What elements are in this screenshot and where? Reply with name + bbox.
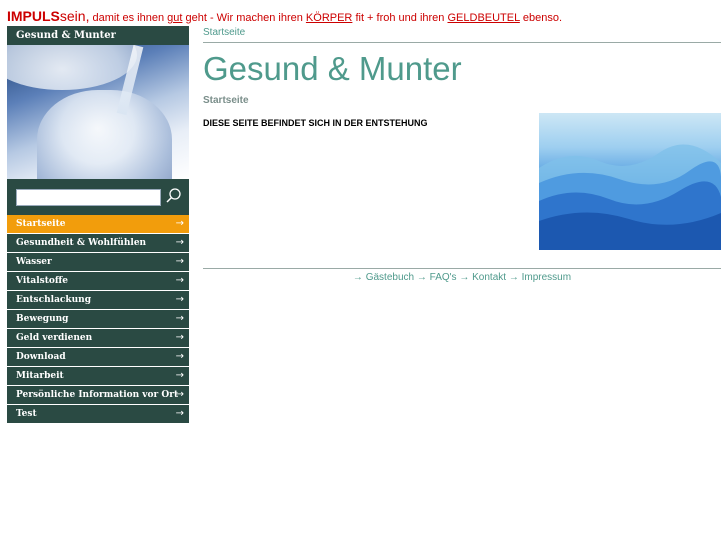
- top-tagline: IMPULSsein, damit es ihnen gut geht - Wi…: [7, 8, 562, 26]
- nav-label: Persönliche Information vor Ort: [16, 390, 179, 400]
- nav-item-persoenliche-information[interactable]: Persönliche Information vor Ort →: [7, 386, 189, 404]
- nav-label: Test: [16, 409, 37, 419]
- arrow-right-icon: →: [175, 237, 184, 248]
- brand-name: IMPULS: [7, 8, 60, 24]
- page-title: Gesund & Munter: [203, 50, 462, 87]
- arrow-right-icon: →: [175, 389, 184, 400]
- footer-link-faqs[interactable]: FAQ's: [430, 272, 457, 283]
- arrow-right-icon: →: [175, 408, 184, 419]
- search-area: [7, 179, 189, 215]
- tagline-text-4: ebenso.: [519, 12, 563, 24]
- footer-divider: [203, 268, 721, 269]
- sub-breadcrumb: Startseite: [203, 95, 249, 106]
- nav-label: Geld verdienen: [16, 333, 93, 343]
- sidebar: Gesund & Munter Startseite → Gesundheit &…: [7, 26, 189, 424]
- arrow-right-icon: →: [175, 256, 184, 267]
- arrow-right-icon: →: [175, 351, 184, 362]
- nav-item-vitalstoffe[interactable]: Vitalstoffe →: [7, 272, 189, 290]
- tagline-text-1: damit es ihnen: [89, 12, 168, 24]
- bowl-shape: [7, 45, 137, 90]
- gut-link[interactable]: gut: [167, 12, 182, 24]
- nav-label: Entschlackung: [16, 295, 91, 305]
- glass-shape: [37, 90, 172, 179]
- nav-item-wasser[interactable]: Wasser →: [7, 253, 189, 271]
- footer-nav: → Gästebuch → FAQ's → Kontakt → Impressu…: [203, 272, 721, 283]
- construction-notice: DIESE SEITE BEFINDET SICH IN DER ENTSTEH…: [203, 118, 428, 128]
- brand-suffix: sein,: [59, 8, 90, 24]
- arrow-right-icon: →: [175, 370, 184, 381]
- nav-item-test[interactable]: Test →: [7, 405, 189, 423]
- arrow-right-icon: →: [175, 294, 184, 305]
- tagline-text-3: fit + froh und ihren: [352, 12, 448, 24]
- arrow-right-icon: →: [416, 272, 427, 283]
- nav-label: Mitarbeit: [16, 371, 64, 381]
- nav-item-entschlackung[interactable]: Entschlackung →: [7, 291, 189, 309]
- breadcrumb[interactable]: Startseite: [203, 26, 721, 42]
- arrow-right-icon: →: [508, 272, 519, 283]
- nav-label: Bewegung: [16, 314, 69, 324]
- site-name: Gesund & Munter: [7, 26, 189, 45]
- nav-item-download[interactable]: Download →: [7, 348, 189, 366]
- arrow-right-icon: →: [175, 275, 184, 286]
- arrow-right-icon: →: [352, 272, 363, 283]
- search-icon[interactable]: [165, 187, 183, 205]
- footer-link-kontakt[interactable]: Kontakt: [472, 272, 506, 283]
- arrow-right-icon: →: [175, 332, 184, 343]
- mountains-photo: [539, 113, 721, 250]
- koerper-link[interactable]: KÖRPER: [306, 12, 352, 24]
- nav-label: Gesundheit & Wohlfühlen: [16, 238, 147, 248]
- footer-link-gaestebuch[interactable]: Gästebuch: [366, 272, 414, 283]
- nav-item-bewegung[interactable]: Bewegung →: [7, 310, 189, 328]
- geldbeutel-link[interactable]: GELDBEUTEL: [447, 12, 519, 24]
- search-input[interactable]: [16, 189, 161, 206]
- nav-item-gesundheit[interactable]: Gesundheit & Wohlfühlen →: [7, 234, 189, 252]
- arrow-right-icon: →: [175, 218, 184, 229]
- main-nav: Startseite → Gesundheit & Wohlfühlen → Was…: [7, 215, 189, 423]
- nav-label: Startseite: [16, 219, 66, 229]
- arrow-right-icon: →: [459, 272, 470, 283]
- arrow-right-icon: →: [175, 313, 184, 324]
- water-glass-photo: [7, 45, 189, 179]
- nav-item-mitarbeit[interactable]: Mitarbeit →: [7, 367, 189, 385]
- nav-label: Vitalstoffe: [16, 276, 68, 286]
- nav-label: Wasser: [16, 257, 52, 267]
- nav-item-startseite[interactable]: Startseite →: [7, 215, 189, 233]
- divider: [203, 42, 721, 43]
- main-content: Startseite Gesund & Munter Startseite DI…: [203, 26, 721, 283]
- footer-link-impressum[interactable]: Impressum: [522, 272, 571, 283]
- tagline-text-2: geht - Wir machen ihren: [182, 12, 306, 24]
- nav-item-geld-verdienen[interactable]: Geld verdienen →: [7, 329, 189, 347]
- nav-label: Download: [16, 352, 66, 362]
